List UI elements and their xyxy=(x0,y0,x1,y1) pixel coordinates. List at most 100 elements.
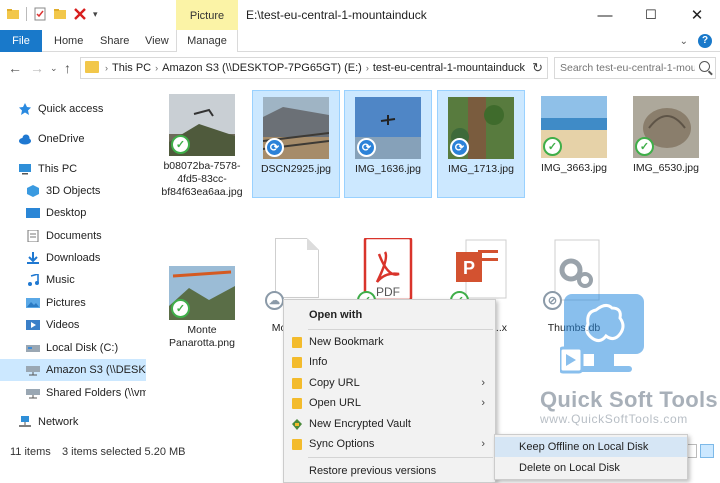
up-arrow-icon[interactable]: ↑ xyxy=(64,60,71,76)
folder-icon[interactable] xyxy=(6,7,20,21)
properties-icon[interactable] xyxy=(33,7,47,21)
nav-item-3d-objects[interactable]: 3D Objects xyxy=(0,180,146,202)
back-arrow-icon[interactable]: ← xyxy=(8,60,22,76)
tab-view[interactable]: View xyxy=(135,30,179,52)
nav-item-documents[interactable]: Documents xyxy=(0,225,146,247)
nav-item-label: Downloads xyxy=(46,252,101,264)
search-icon[interactable] xyxy=(699,61,710,72)
computer-icon xyxy=(19,164,31,175)
nav-item-label: Desktop xyxy=(46,207,87,219)
file-item[interactable]: ⟳ IMG_1713.jpg xyxy=(437,90,525,198)
submenu-arrow-icon: › xyxy=(481,397,485,409)
pictures-icon xyxy=(26,298,40,308)
menu-item-label: Open with xyxy=(309,309,363,321)
menu-item-copy-url[interactable]: Copy URL › xyxy=(284,373,495,393)
syncing-icon: ⟳ xyxy=(450,138,469,157)
menu-item-new-encrypted-vault[interactable]: New Encrypted Vault xyxy=(284,414,495,434)
search-input[interactable] xyxy=(555,58,695,78)
desktop-icon xyxy=(26,208,40,218)
breadcrumb-separator-icon: › xyxy=(105,63,108,73)
menu-separator xyxy=(308,329,493,330)
nav-item-onedrive[interactable]: OneDrive xyxy=(0,128,146,150)
address-row: ← → ⌄ ↑ › This PC › Amazon S3 (\\DESKTOP… xyxy=(0,53,720,83)
menu-item-open-with[interactable]: Open with xyxy=(284,305,495,325)
network-icon xyxy=(19,416,31,427)
network-drive-icon xyxy=(26,366,40,376)
nav-item-label: Local Disk (C:) xyxy=(46,342,119,354)
file-item[interactable]: ✓ b08072ba-7578-4fd5-83cc-bf84f63ea6aa.j… xyxy=(158,88,246,230)
forward-arrow-icon[interactable]: → xyxy=(30,60,44,76)
mountain-duck-icon xyxy=(292,397,302,409)
recent-locations-chevron-icon[interactable]: ⌄ xyxy=(50,63,58,74)
breadcrumb-current-folder[interactable]: test-eu-central-1-mountainduck xyxy=(373,62,525,74)
menu-item-open-url[interactable]: Open URL › xyxy=(284,393,495,413)
window-title: E:\test-eu-central-1-mountainduck xyxy=(246,8,427,22)
breadcrumb-separator-icon: › xyxy=(365,63,369,73)
file-name: b08072ba-7578-4fd5-83cc-bf84f63ea6aa.jpg xyxy=(161,160,243,198)
breadcrumb-amazon-s3[interactable]: Amazon S3 (\\DESKTOP-7PG65GT) (E:) xyxy=(162,62,362,74)
menu-item-sync-options[interactable]: Sync Options › xyxy=(284,434,495,454)
tab-manage[interactable]: Manage xyxy=(176,30,238,52)
folder-icon xyxy=(85,61,99,73)
synced-check-icon: ✓ xyxy=(635,137,654,156)
file-name: IMG_1713.jpg xyxy=(448,163,514,175)
title-bar: ▾ Picture Tools E:\test-eu-central-1-mou… xyxy=(0,0,720,54)
nav-item-quick-access[interactable]: Quick access xyxy=(0,98,146,120)
file-item[interactable]: ✓ Monte Panarotta.png xyxy=(158,260,246,350)
customize-toolbar-chevron-icon[interactable]: ▾ xyxy=(93,9,98,20)
nav-item-pictures[interactable]: Pictures xyxy=(0,292,146,314)
large-icons-view-icon[interactable] xyxy=(700,444,714,458)
tab-home[interactable]: Home xyxy=(44,30,93,52)
cube-icon xyxy=(27,185,39,197)
file-item[interactable]: ⟳ IMG_1636.jpg xyxy=(344,90,432,198)
nav-item-label: Quick access xyxy=(38,103,104,115)
window-controls: — ☐ ✕ xyxy=(582,0,720,30)
menu-item-info[interactable]: Info xyxy=(284,352,495,372)
tab-share[interactable]: Share xyxy=(90,30,139,52)
file-item[interactable]: ⟳ DSCN2925.jpg xyxy=(252,90,340,198)
refresh-icon[interactable]: ↻ xyxy=(532,60,543,76)
menu-item-label: Sync Options xyxy=(309,438,375,450)
menu-item-new-bookmark[interactable]: New Bookmark xyxy=(284,332,495,352)
address-history-chevron-icon[interactable]: ⌄ xyxy=(517,61,525,72)
menu-item-keep-offline[interactable]: Keep Offline on Local Disk xyxy=(495,437,687,457)
file-item[interactable]: ✓ IMG_3663.jpg xyxy=(530,90,618,198)
minimize-button[interactable]: — xyxy=(582,0,628,30)
maximize-button[interactable]: ☐ xyxy=(628,0,674,30)
file-name: IMG_3663.jpg xyxy=(541,162,607,174)
nav-item-desktop[interactable]: Desktop xyxy=(0,202,146,224)
toolbar-divider xyxy=(26,7,27,21)
tab-file[interactable]: File xyxy=(0,30,42,52)
thumbnail: ✓ xyxy=(169,266,235,320)
menu-item-restore-previous-versions[interactable]: Restore previous versions xyxy=(284,461,495,481)
item-count: 11 items xyxy=(10,446,51,458)
help-icon[interactable]: ? xyxy=(698,34,712,48)
menu-item-delete-on-local-disk[interactable]: Delete on Local Disk xyxy=(495,458,687,478)
nav-item-downloads[interactable]: Downloads xyxy=(0,247,146,269)
menu-item-label: Open URL xyxy=(309,397,361,409)
delete-icon[interactable] xyxy=(73,7,87,21)
menu-item-label: Copy URL xyxy=(309,377,360,389)
nav-item-music[interactable]: Music xyxy=(0,269,146,291)
quick-access-toolbar: ▾ xyxy=(6,7,98,21)
nav-item-amazon-s3[interactable]: Amazon S3 (\\DESKTOP-7 xyxy=(0,359,146,381)
nav-item-this-pc[interactable]: This PC xyxy=(0,158,146,180)
nav-item-local-disk[interactable]: Local Disk (C:) xyxy=(0,337,146,359)
synced-check-icon: ✓ xyxy=(171,135,190,154)
breadcrumb-this-pc[interactable]: This PC xyxy=(112,62,151,74)
nav-item-shared-folders[interactable]: Shared Folders (\\vmware xyxy=(0,382,146,404)
new-folder-icon[interactable] xyxy=(53,7,67,21)
expand-ribbon-chevron-icon[interactable]: ⌄ xyxy=(680,36,688,47)
breadcrumb: › This PC › Amazon S3 (\\DESKTOP-7PG65GT… xyxy=(105,62,525,74)
submenu-arrow-icon: › xyxy=(481,438,485,450)
file-item[interactable]: ✓ IMG_6530.jpg xyxy=(622,90,710,198)
sync-options-submenu: Keep Offline on Local Disk Delete on Loc… xyxy=(494,434,688,480)
watermark-url: www.QuickSoftTools.com xyxy=(540,412,688,426)
ribbon-tabs: File Home Share View Manage ⌄ ? xyxy=(0,30,720,52)
close-button[interactable]: ✕ xyxy=(674,0,720,30)
nav-item-videos[interactable]: Videos xyxy=(0,314,146,336)
menu-item-label: Info xyxy=(309,356,328,368)
address-bar[interactable]: › This PC › Amazon S3 (\\DESKTOP-7PG65GT… xyxy=(80,57,548,79)
nav-item-network[interactable]: Network xyxy=(0,411,146,433)
nav-item-label: Videos xyxy=(46,319,80,331)
